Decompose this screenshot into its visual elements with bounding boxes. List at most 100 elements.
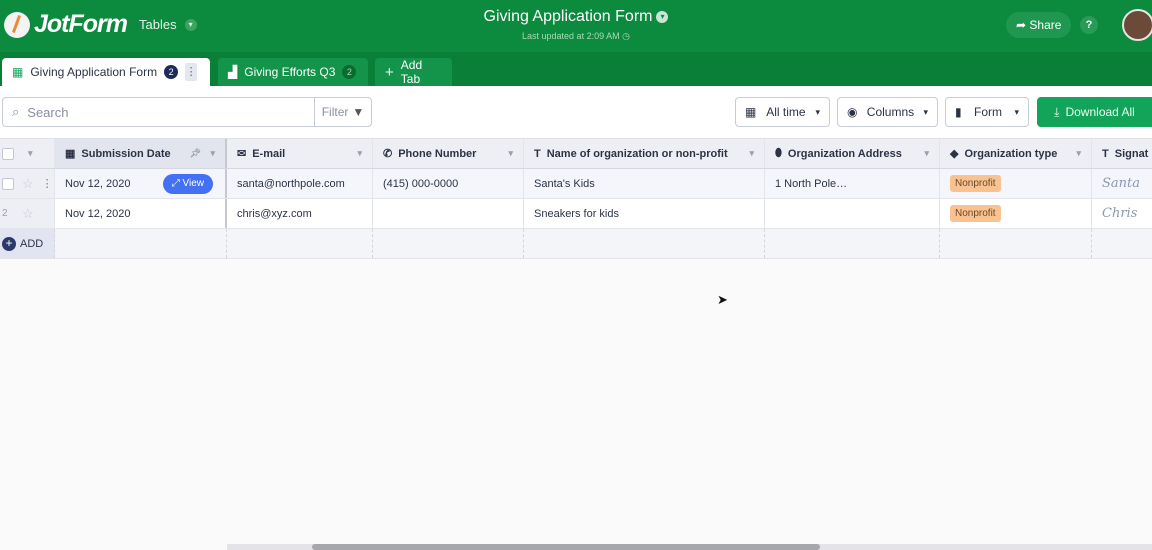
share-icon: ➦ — [1016, 18, 1027, 32]
tab-count-badge: 2 — [164, 65, 179, 79]
signature-image: Santa — [1102, 176, 1141, 191]
filter-button[interactable]: Filter ▼ — [314, 97, 372, 127]
org-type-tag: Nonprofit — [950, 205, 1001, 222]
text-icon: T — [534, 147, 541, 160]
time-label: All time — [766, 105, 806, 119]
empty-cell[interactable] — [524, 229, 765, 258]
email-cell[interactable]: chris@xyz.com — [227, 199, 373, 228]
search-icon: ⌕ — [12, 104, 20, 119]
expand-icon: ⤢ — [171, 178, 180, 189]
download-icon: ⤓ — [1054, 104, 1060, 119]
org-type-cell[interactable]: Nonprofit — [940, 199, 1092, 228]
time-range-dropdown[interactable]: ▦ All time ▾ — [735, 97, 830, 127]
calendar-icon: ▦ — [745, 105, 757, 119]
form-label: Form — [974, 105, 1003, 119]
chevron-down-icon[interactable]: ▾ — [924, 148, 929, 159]
org-address-cell[interactable] — [765, 199, 940, 228]
add-label: ADD — [20, 237, 44, 250]
view-label: View — [182, 178, 205, 189]
empty-cell[interactable] — [227, 229, 373, 258]
form-title[interactable]: Giving Application Form ▾ — [0, 8, 1152, 26]
text-icon: T — [1102, 147, 1109, 160]
top-bar: JotForm Tables ▾ Giving Application Form ▾… — [0, 0, 1152, 52]
signature-image: Chris — [1102, 206, 1138, 221]
tab-menu-icon[interactable]: ⋮ — [185, 63, 198, 81]
bar-chart-icon: ▟ — [228, 65, 238, 79]
star-icon[interactable]: ☆ — [22, 206, 34, 222]
empty-cell[interactable] — [55, 229, 227, 258]
share-button[interactable]: ➦ Share — [1006, 12, 1072, 38]
column-header-org-name[interactable]: T Name of organization or non-profit ▾ — [524, 139, 765, 168]
column-header-email[interactable]: ✉ E-mail ▾ — [227, 139, 373, 168]
add-tab-label: Add Tab — [400, 58, 423, 86]
add-tab-button[interactable]: + Add Tab — [375, 58, 452, 86]
row-checkbox[interactable] — [2, 177, 14, 190]
clock-icon: ◷ — [622, 31, 630, 41]
row-controls: 2 ☆ — [0, 199, 55, 228]
download-all-button[interactable]: ⤓ Download All — [1037, 97, 1152, 127]
org-name-cell[interactable]: Sneakers for kids — [524, 199, 765, 228]
org-address-cell[interactable]: 1 North Pole… — [765, 169, 940, 198]
horizontal-scrollbar[interactable] — [227, 544, 1152, 550]
date-text: Nov 12, 2020 — [65, 177, 131, 190]
column-label: Signat — [1114, 147, 1149, 160]
signature-cell[interactable]: Santa — [1092, 169, 1152, 198]
columns-label: Columns — [866, 105, 915, 119]
select-all-checkbox[interactable] — [2, 147, 14, 160]
chevron-down-icon[interactable]: ▾ — [210, 148, 215, 159]
empty-cell[interactable] — [765, 229, 940, 258]
add-row-button[interactable]: + ADD — [0, 229, 55, 258]
chevron-down-icon: ▾ — [1014, 106, 1019, 117]
row-number: 2 — [2, 208, 8, 219]
document-icon: ▮ — [955, 105, 962, 119]
select-all-cell: ▾ — [0, 139, 55, 168]
empty-cell[interactable] — [373, 229, 524, 258]
help-button[interactable]: ? — [1080, 16, 1098, 34]
add-row: + ADD — [0, 229, 1152, 259]
column-header-org-type[interactable]: ◆ Organization type ▾ — [940, 139, 1092, 168]
signature-cell[interactable]: Chris — [1092, 199, 1152, 228]
row-menu-icon[interactable]: ⋮ — [42, 177, 53, 190]
tab-label: Giving Application Form — [30, 65, 158, 79]
header-row: ▾ ▦ Submission Date 📌︎ ▾ ✉ E-mail ▾ ✆ Phone Nu… — [0, 138, 1152, 169]
form-dropdown[interactable]: ▮ Form ▾ — [945, 97, 1029, 127]
submission-date-cell[interactable]: Nov 12, 2020 ⤢ View — [55, 169, 227, 198]
form-title-text: Giving Application Form — [483, 8, 653, 25]
column-header-phone[interactable]: ✆ Phone Number ▾ — [373, 139, 524, 168]
org-type-tag: Nonprofit — [950, 175, 1001, 192]
submission-date-cell[interactable]: Nov 12, 2020 — [55, 199, 227, 228]
tab-giving-application-form[interactable]: ▦ Giving Application Form 2 ⋮ — [2, 58, 210, 86]
chevron-down-icon[interactable]: ▾ — [1076, 148, 1081, 159]
column-header-signature[interactable]: T Signat — [1092, 139, 1152, 168]
column-label: Organization type — [964, 147, 1058, 160]
phone-cell[interactable]: (415) 000-0000 — [373, 169, 524, 198]
star-icon[interactable]: ☆ — [22, 176, 34, 192]
empty-cell[interactable] — [940, 229, 1092, 258]
tab-giving-efforts-q3[interactable]: ▟ Giving Efforts Q3 2 — [218, 58, 368, 86]
chevron-down-icon[interactable]: ▾ — [508, 148, 513, 159]
column-header-submission-date[interactable]: ▦ Submission Date 📌︎ ▾ — [55, 139, 227, 168]
column-header-org-address[interactable]: ⬮ Organization Address ▾ — [765, 139, 940, 168]
search-input[interactable]: ⌕ Search — [2, 97, 315, 127]
org-type-cell[interactable]: Nonprofit — [940, 169, 1092, 198]
chevron-down-icon: ▾ — [656, 10, 669, 23]
org-name-cell[interactable]: Santa's Kids — [524, 169, 765, 198]
mouse-cursor-icon: ➤ — [717, 292, 728, 307]
search-placeholder: Search — [27, 104, 69, 120]
view-button[interactable]: ⤢ View — [162, 174, 213, 194]
empty-cell[interactable] — [1092, 229, 1152, 258]
column-label: Submission Date — [81, 147, 171, 160]
email-cell[interactable]: santa@northpole.com — [227, 169, 373, 198]
chevron-down-icon[interactable]: ▾ — [749, 148, 754, 159]
columns-dropdown[interactable]: ◉ Columns ▾ — [837, 97, 938, 127]
pin-icon[interactable]: 📌︎ — [190, 148, 201, 159]
avatar[interactable] — [1122, 9, 1152, 41]
phone-cell[interactable] — [373, 199, 524, 228]
chevron-down-icon[interactable]: ▾ — [28, 148, 33, 159]
chevron-down-icon[interactable]: ▾ — [357, 148, 362, 159]
chevron-down-icon: ▾ — [815, 106, 820, 117]
table-row[interactable]: ☆ ⋮ Nov 12, 2020 ⤢ View santa@northpole.co… — [0, 169, 1152, 199]
table-row[interactable]: 2 ☆ Nov 12, 2020 chris@xyz.com Sneakers f… — [0, 199, 1152, 229]
scrollbar-thumb[interactable] — [312, 544, 820, 550]
column-label: Name of organization or non-profit — [546, 147, 728, 160]
